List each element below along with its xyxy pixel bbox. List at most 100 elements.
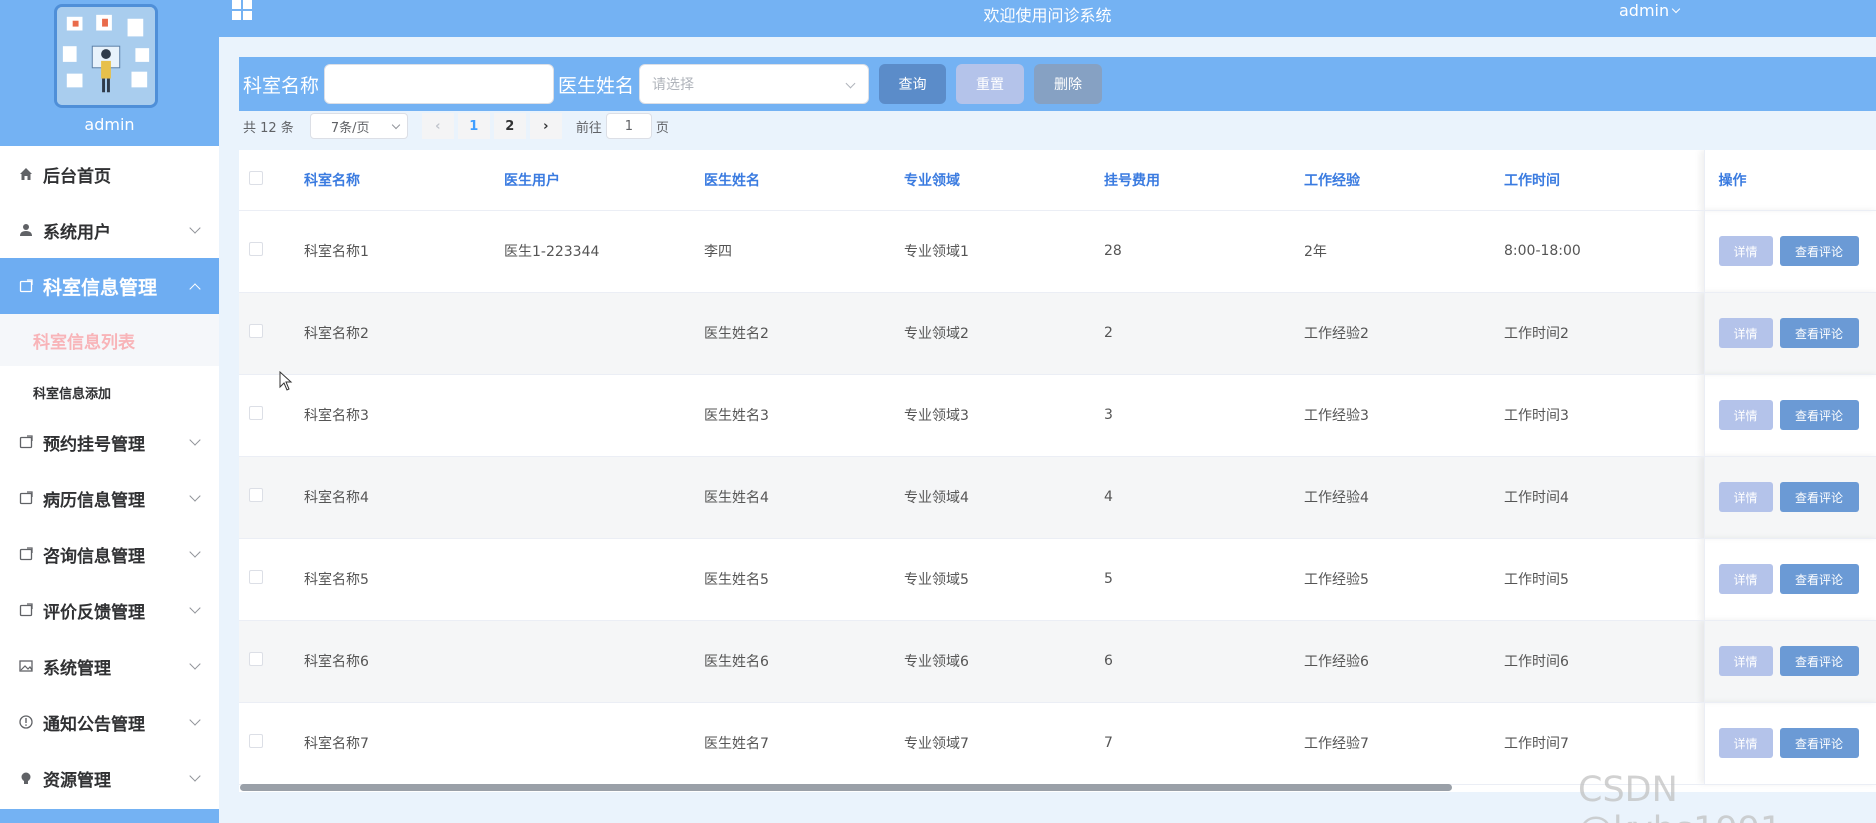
chevron-down-icon <box>189 546 201 558</box>
sidebar-item-dept-management[interactable]: 科室信息管理 <box>0 258 219 314</box>
sidebar-item-home[interactable]: 后台首页 <box>0 146 219 202</box>
table-cell: 医生1-223344 <box>504 210 704 293</box>
view-reviews-button[interactable]: 查看评论 <box>1779 728 1859 758</box>
table-cell: 专业领域2 <box>904 292 1104 375</box>
column-header: 工作时间 <box>1504 150 1704 211</box>
row-checkbox[interactable] <box>249 652 263 666</box>
sidebar-item-system-management[interactable]: 系统管理 <box>0 638 219 694</box>
table-cell <box>504 292 704 375</box>
sidebar-item-feedback[interactable]: 评价反馈管理 <box>0 582 219 638</box>
view-reviews-button[interactable]: 查看评论 <box>1779 646 1859 676</box>
detail-button[interactable]: 详情 <box>1718 728 1773 758</box>
query-button[interactable]: 查询 <box>879 64 947 104</box>
goto-page: 前往 页 <box>576 113 669 139</box>
table-row[interactable]: 科室名称4 医生姓名4 专业领域4 4 工作经验4 工作时间4 详情 查看评论 <box>239 456 1876 539</box>
sidebar-item-label: 评价反馈管理 <box>43 602 145 623</box>
sidebar-item-appointment[interactable]: 预约挂号管理 <box>0 414 219 470</box>
table-cell: 3 <box>1104 374 1304 457</box>
row-checkbox[interactable] <box>249 488 263 502</box>
table-cell: 科室名称2 <box>304 292 504 375</box>
horizontal-scrollbar[interactable] <box>240 784 1452 791</box>
column-header: 科室名称 <box>304 150 504 211</box>
table-cell: 工作经验4 <box>1304 456 1504 539</box>
goto-page-input[interactable] <box>605 113 652 139</box>
row-checkbox[interactable] <box>249 242 263 256</box>
table-cell: 医生姓名4 <box>704 456 904 539</box>
sidebar-item-label: 系统管理 <box>43 658 111 679</box>
table-cell: 科室名称7 <box>304 702 504 785</box>
view-reviews-button[interactable]: 查看评论 <box>1779 318 1859 348</box>
detail-button[interactable]: 详情 <box>1718 236 1773 266</box>
table-cell: 科室名称6 <box>304 620 504 703</box>
table-cell: 科室名称4 <box>304 456 504 539</box>
sidebar-subitem-dept-add[interactable]: 科室信息添加 <box>0 366 219 418</box>
sidebar: admin 后台首页 系统用户 科室信息管理 科室信息列表 科室信息添加 预约挂… <box>0 0 219 823</box>
detail-button[interactable]: 详情 <box>1718 400 1773 430</box>
view-reviews-button[interactable]: 查看评论 <box>1779 564 1859 594</box>
table-cell: 专业领域1 <box>904 210 1104 293</box>
reset-button[interactable]: 重置 <box>956 64 1025 104</box>
info-icon <box>18 714 34 730</box>
dept-name-input[interactable] <box>324 64 555 104</box>
row-checkbox[interactable] <box>249 324 263 338</box>
next-page-button[interactable]: › <box>529 113 562 139</box>
detail-button[interactable]: 详情 <box>1718 564 1773 594</box>
sidebar-item-label: 资源管理 <box>43 770 111 791</box>
image-icon <box>18 658 34 674</box>
detail-button[interactable]: 详情 <box>1718 482 1773 512</box>
sidebar-item-label: 预约挂号管理 <box>43 434 145 455</box>
column-header-actions: 操作 <box>1703 150 1876 211</box>
chevron-down-icon <box>189 490 201 502</box>
table-cell: 工作时间3 <box>1504 374 1704 457</box>
page-number-button[interactable]: 1 <box>457 113 490 139</box>
prev-page-button[interactable]: ‹ <box>421 113 454 139</box>
page-size-select[interactable]: 7条/页 <box>309 113 408 139</box>
sidebar-item-announcements[interactable]: 通知公告管理 <box>0 694 219 750</box>
sidebar-item-system-users[interactable]: 系统用户 <box>0 202 219 258</box>
sidebar-item-resources[interactable]: 资源管理 <box>0 750 219 806</box>
page-size-value: 7条/页 <box>330 120 370 136</box>
table-row[interactable]: 科室名称6 医生姓名6 专业领域6 6 工作经验6 工作时间6 详情 查看评论 <box>239 620 1876 703</box>
view-reviews-button[interactable]: 查看评论 <box>1779 236 1859 266</box>
delete-button[interactable]: 删除 <box>1034 64 1103 104</box>
table-row[interactable]: 科室名称2 医生姓名2 专业领域2 2 工作经验2 工作时间2 详情 查看评论 <box>239 292 1876 375</box>
user-icon <box>18 222 34 238</box>
page-number-button[interactable]: 2 <box>493 113 526 139</box>
column-header: 挂号费用 <box>1104 150 1304 211</box>
table-row[interactable]: 科室名称1 医生1-223344 李四 专业领域1 28 2年 8:00-18:00 详情 查看… <box>239 210 1876 293</box>
view-reviews-button[interactable]: 查看评论 <box>1779 400 1859 430</box>
table-cell: 医生姓名2 <box>704 292 904 375</box>
folder-icon <box>18 490 34 506</box>
row-checkbox[interactable] <box>249 570 263 584</box>
sidebar-subitem-label: 科室信息添加 <box>33 386 112 402</box>
table-cell <box>504 374 704 457</box>
row-checkbox[interactable] <box>249 734 263 748</box>
row-actions-cell: 详情 查看评论 <box>1703 620 1876 703</box>
avatar[interactable] <box>54 4 158 108</box>
chevron-up-icon <box>189 283 201 295</box>
view-reviews-button[interactable]: 查看评论 <box>1779 482 1859 512</box>
user-dropdown[interactable]: admin <box>1619 1 1681 20</box>
sidebar-subitem-dept-list[interactable]: 科室信息列表 <box>0 314 219 366</box>
sidebar-item-medical-records[interactable]: 病历信息管理 <box>0 470 219 526</box>
doctor-name-select[interactable]: 请选择 <box>639 64 870 104</box>
select-all-cell <box>239 150 304 211</box>
pagination-total: 共 12 条 <box>243 120 294 136</box>
sidebar-item-consultation[interactable]: 咨询信息管理 <box>0 526 219 582</box>
table-cell: 医生姓名7 <box>704 702 904 785</box>
row-actions-cell: 详情 查看评论 <box>1703 292 1876 375</box>
row-checkbox-cell <box>239 538 304 621</box>
detail-button[interactable]: 详情 <box>1718 318 1773 348</box>
chevron-down-icon <box>189 770 201 782</box>
row-actions-cell: 详情 查看评论 <box>1703 210 1876 293</box>
table-cell: 7 <box>1104 702 1304 785</box>
select-all-checkbox[interactable] <box>249 170 263 185</box>
table-row[interactable]: 科室名称3 医生姓名3 专业领域3 3 工作经验3 工作时间3 详情 查看评论 <box>239 374 1876 457</box>
folder-icon <box>18 278 34 294</box>
detail-button[interactable]: 详情 <box>1718 646 1773 676</box>
table-cell: 专业领域5 <box>904 538 1104 621</box>
row-checkbox-cell <box>239 456 304 539</box>
goto-label: 前往 <box>575 120 602 136</box>
table-row[interactable]: 科室名称5 医生姓名5 专业领域5 5 工作经验5 工作时间5 详情 查看评论 <box>239 538 1876 621</box>
row-checkbox[interactable] <box>249 406 263 420</box>
